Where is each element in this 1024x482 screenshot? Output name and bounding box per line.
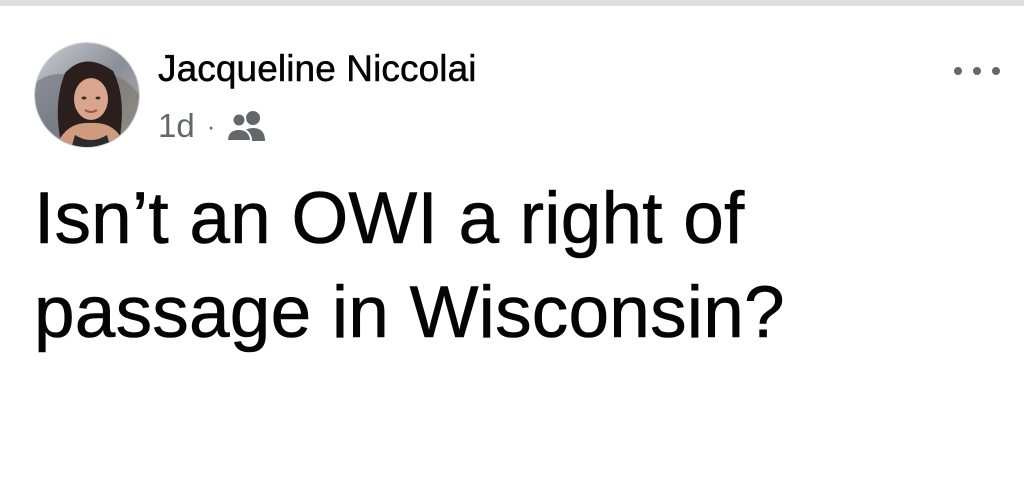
menu-dot	[992, 67, 1000, 75]
more-options-icon[interactable]	[954, 58, 1000, 84]
menu-dot	[954, 67, 962, 75]
post-timestamp[interactable]: 1d	[158, 107, 195, 145]
menu-dot	[973, 67, 981, 75]
post-meta: 1d ·	[158, 106, 269, 146]
meta-separator: ·	[206, 111, 216, 141]
author-name[interactable]: Jacqueline Niccolai	[158, 48, 477, 90]
post-text: Isn’t an OWI a right of passage in Wisco…	[34, 178, 785, 354]
author-avatar[interactable]	[34, 42, 140, 148]
friends-icon[interactable]	[225, 109, 269, 143]
post-card: Jacqueline Niccolai 1d · Isn’t an OWI a …	[0, 6, 1024, 482]
profile-photo-icon	[35, 43, 139, 147]
